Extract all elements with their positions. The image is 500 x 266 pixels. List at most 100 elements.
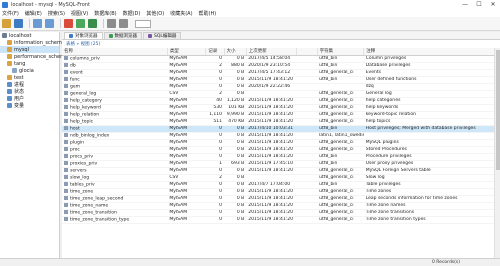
tree-item[interactable]: localhost: [0, 32, 59, 39]
table-row[interactable]: db MyISAM 2 880 B 2020/1/9 23:10:54 utf8_bin D…: [62, 62, 500, 70]
table-row[interactable]: time_zone_transition MyISAM 0 0 B 2015/11/9 …: [62, 209, 500, 217]
table-cell: 0: [205, 132, 224, 140]
tree-item[interactable]: performance_schema: [0, 53, 68, 60]
menu-item[interactable]: 数据库(B): [94, 10, 116, 17]
menu-item[interactable]: 数据(D): [123, 10, 141, 17]
table-row[interactable]: servers MyISAM 0 0 B 2015/11/9 18:41:20 utf8_…: [62, 167, 500, 175]
menu-item[interactable]: 其他(O): [146, 10, 164, 17]
table-row[interactable]: help_category MyISAM 40 1,120 B 2015/11/9 18…: [62, 97, 500, 105]
table-row[interactable]: slow_log CSV 2 0 B utf8_general_ci Slow log: [62, 174, 500, 182]
table-cell: 0 B: [224, 90, 247, 98]
tab[interactable]: 对象浏览器: [64, 32, 103, 39]
table-row[interactable]: time_zone MyISAM 0 0 B 2015/11/9 18:41:20 utf…: [62, 188, 500, 196]
table-row[interactable]: time_zone_transition_type MyISAM 0 0 B 2015/…: [62, 216, 500, 224]
window-title: localhost - mysql - MySQL-Front: [11, 1, 90, 8]
view-tabs: 对象浏览器 数据浏览器 SQL编辑器: [62, 32, 500, 40]
tab[interactable]: 数据浏览器: [103, 32, 142, 39]
table-cell: 0: [205, 153, 224, 161]
vertical-scrollbar[interactable]: [494, 48, 500, 258]
tree-item[interactable]: tang: [0, 60, 59, 67]
tables-grid: 名称 类型 记录 大小 上次更新 字符集 注释 columns_priv MyISAM 0 0 B…: [62, 48, 500, 224]
table-row[interactable]: help_keyword MyISAM 530 101 KB 2015/11/9 18:…: [62, 104, 500, 112]
table-row[interactable]: help_topic MyISAM 511 470 KB 2015/11/9 18:41…: [62, 118, 500, 126]
menu-item[interactable]: 编辑(E): [25, 10, 42, 17]
close-button[interactable]: ✕: [486, 0, 500, 9]
table-cell: general_log: [62, 90, 168, 98]
menu-item[interactable]: 文件(F): [2, 10, 19, 17]
table-cell: MyISAM: [167, 69, 206, 77]
column-header[interactable]: 记录: [205, 48, 225, 56]
tree-item[interactable]: glocia: [0, 67, 59, 74]
tree-item[interactable]: 进程: [0, 81, 59, 88]
tree-item[interactable]: 变量: [0, 102, 59, 109]
column-header[interactable]: 名称: [62, 48, 168, 56]
menu-item[interactable]: 收藏夹(A): [170, 10, 192, 17]
column-header[interactable]: 字符集: [317, 48, 365, 56]
table-row[interactable]: plugin MyISAM 0 0 B 2015/11/9 18:41:20 utf8_g…: [62, 139, 500, 147]
table-row[interactable]: tables_priv MyISAM 0 0 B 2017/4/7 17:04:00 ut…: [62, 181, 500, 189]
maximize-button[interactable]: ☐: [472, 0, 486, 9]
scrollbar-thumb[interactable]: [496, 50, 500, 170]
table-icon: [64, 62, 68, 67]
table-row[interactable]: procs_priv MyISAM 0 0 B 2015/11/9 18:41:20 ut…: [62, 153, 500, 161]
tree-item[interactable]: test: [0, 74, 59, 81]
menu-item[interactable]: 视图(V): [71, 10, 88, 17]
tree-item[interactable]: 用户: [0, 95, 59, 102]
table-cell: MyISAM: [167, 118, 206, 126]
table-row[interactable]: columns_priv MyISAM 0 0 B 2017/4/5 14:58:04 u…: [62, 55, 500, 63]
table-row[interactable]: time_zone_leap_second MyISAM 0 0 B 2015/11/9…: [62, 195, 500, 203]
column-header[interactable]: [296, 48, 318, 56]
toolbar-separator: [60, 19, 61, 28]
table-row[interactable]: help_relation MyISAM 1,110 9,990 B 2015/11/9…: [62, 111, 500, 119]
table-cell: utf8_general_ci: [317, 118, 364, 126]
breadcrumb[interactable]: 表格 » 视图 (25): [62, 40, 500, 48]
table-cell: MyISAM: [167, 202, 206, 210]
table-cell: 880 B: [224, 62, 247, 70]
table-row[interactable]: general_log CSV 2 0 B utf8_general_ci General…: [62, 90, 500, 98]
run-icon[interactable]: [76, 19, 85, 28]
open-icon[interactable]: [2, 19, 11, 28]
column-header[interactable]: 大小: [224, 48, 247, 56]
back-icon[interactable]: [33, 19, 42, 28]
table-cell: host: [62, 125, 168, 133]
tab-label: 对象浏览器: [75, 34, 98, 39]
table-cell: User proxy privileges: [363, 160, 500, 168]
run-selection-icon[interactable]: [88, 19, 97, 28]
table-cell: utf8_general_ci: [317, 174, 364, 182]
table-row[interactable]: time_zone_name MyISAM 0 0 B 2015/11/9 18:41:…: [62, 202, 500, 210]
tree-item[interactable]: mysql: [0, 46, 59, 53]
undo-icon[interactable]: [107, 19, 116, 28]
table-row[interactable]: gem MyISAM 0 0 B 2020/1/9 22:22:46 dzq: [62, 83, 500, 91]
table-cell: procs_priv: [62, 153, 168, 161]
save-icon[interactable]: [14, 19, 23, 28]
stop-icon[interactable]: [64, 19, 73, 28]
table-cell: 2015/11/9 18:41:20: [246, 167, 297, 175]
table-row[interactable]: event MyISAM 0 0 B 2017/4/5 17:43:12 utf8_gen…: [62, 69, 500, 77]
column-header[interactable]: 注释: [363, 48, 500, 56]
column-header[interactable]: 类型: [167, 48, 207, 56]
table-cell-empty: [296, 55, 318, 63]
tree-item[interactable]: 状态: [0, 88, 59, 95]
table-icon: [64, 146, 68, 151]
table-name: time_zone_name: [70, 203, 109, 209]
tree-item-label: mysql: [14, 46, 29, 53]
table-row[interactable]: proxies_priv MyISAM 1 693 B 2015/11/9 17:45:…: [62, 160, 500, 168]
object-tree: localhost information_schema mysql performa…: [0, 32, 68, 258]
menu-item[interactable]: 搜索(S): [48, 10, 65, 17]
table-row[interactable]: ndb_binlog_index MyISAM 0 0 B 2015/11/9 18:4…: [62, 132, 500, 140]
forward-icon[interactable]: [45, 19, 54, 28]
table-cell-empty: [296, 174, 318, 182]
tree-item[interactable]: information_schema: [0, 39, 65, 46]
toolbar-select[interactable]: [135, 19, 151, 28]
redo-icon[interactable]: [119, 19, 128, 28]
table-row[interactable]: func MyISAM 0 0 B 2015/11/9 18:41:20 utf8_bin…: [62, 76, 500, 84]
table-cell: 1,110: [205, 111, 224, 119]
table-cell: 0: [205, 76, 224, 84]
tab[interactable]: SQL编辑器: [143, 32, 182, 39]
menu-item[interactable]: 帮助(H): [199, 10, 217, 17]
table-icon: [64, 125, 68, 130]
column-header[interactable]: 上次更新: [246, 48, 298, 56]
table-row[interactable]: proc MyISAM 0 0 B 2015/11/9 18:41:20 utf8_gen…: [62, 146, 500, 154]
minimize-button[interactable]: —: [458, 0, 472, 9]
table-row[interactable]: host MyISAM 0 0 B 2017/4/10 10:03:31 utf8_bin…: [62, 125, 500, 133]
